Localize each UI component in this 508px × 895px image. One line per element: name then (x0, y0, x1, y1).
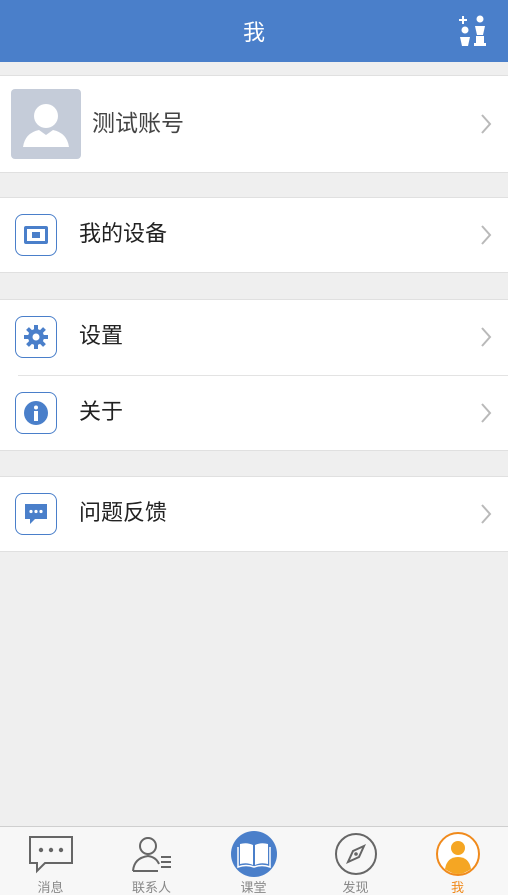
feedback-icon (25, 504, 47, 524)
profile-section: 测试账号 (0, 75, 508, 173)
profile-name: 测试账号 (92, 111, 184, 137)
settings-section: 设置 关于 (0, 299, 508, 451)
add-contact-button[interactable] (456, 13, 492, 49)
chevron-right-icon (481, 403, 492, 423)
top-nav-bar: 我 (0, 0, 508, 62)
feedback-section: 问题反馈 (0, 476, 508, 552)
gear-icon (24, 325, 48, 349)
settings-icon-box (15, 316, 57, 358)
device-icon (24, 226, 48, 244)
book-icon (230, 831, 277, 877)
menu-item-label: 问题反馈 (79, 501, 168, 526)
chevron-right-icon (481, 114, 492, 134)
add-contact-icon (459, 15, 486, 46)
page-title: 我 (242, 21, 265, 46)
message-icon (28, 836, 73, 874)
tab-me[interactable]: 我 (407, 827, 508, 895)
chevron-right-icon (481, 225, 492, 245)
profile-icon (435, 832, 480, 876)
avatar (11, 89, 81, 159)
feedback-icon-box (15, 493, 57, 535)
tab-discover[interactable]: 发现 (305, 827, 406, 895)
info-icon (24, 401, 48, 425)
chevron-right-icon (481, 504, 492, 524)
tab-contacts[interactable]: 联系人 (101, 827, 202, 895)
menu-item-about[interactable]: 关于 (0, 376, 508, 450)
tab-messages[interactable]: 消息 (0, 827, 101, 895)
tab-label: 发现 (342, 881, 369, 895)
about-icon-box (15, 392, 57, 434)
tab-label: 联系人 (131, 881, 171, 895)
contacts-icon (131, 837, 171, 872)
menu-item-settings[interactable]: 设置 (0, 300, 508, 374)
menu-item-label: 关于 (79, 400, 124, 425)
chevron-right-icon (481, 327, 492, 347)
menu-item-device[interactable]: 我的设备 (0, 198, 508, 272)
profile-row[interactable]: 测试账号 (0, 76, 508, 172)
tab-label: 消息 (37, 881, 64, 895)
compass-icon (334, 833, 377, 875)
menu-item-label: 我的设备 (79, 222, 168, 247)
tab-label: 课堂 (240, 881, 267, 895)
tab-label: 我 (450, 881, 464, 895)
device-icon-box (15, 214, 57, 256)
device-section: 我的设备 (0, 197, 508, 273)
default-avatar-icon (23, 104, 69, 147)
tab-classroom[interactable]: 课堂 (203, 827, 304, 895)
bottom-tab-bar: 消息 联系人 课堂 发现 我 (0, 826, 508, 895)
menu-item-feedback[interactable]: 问题反馈 (0, 477, 508, 551)
menu-item-label: 设置 (79, 324, 124, 349)
